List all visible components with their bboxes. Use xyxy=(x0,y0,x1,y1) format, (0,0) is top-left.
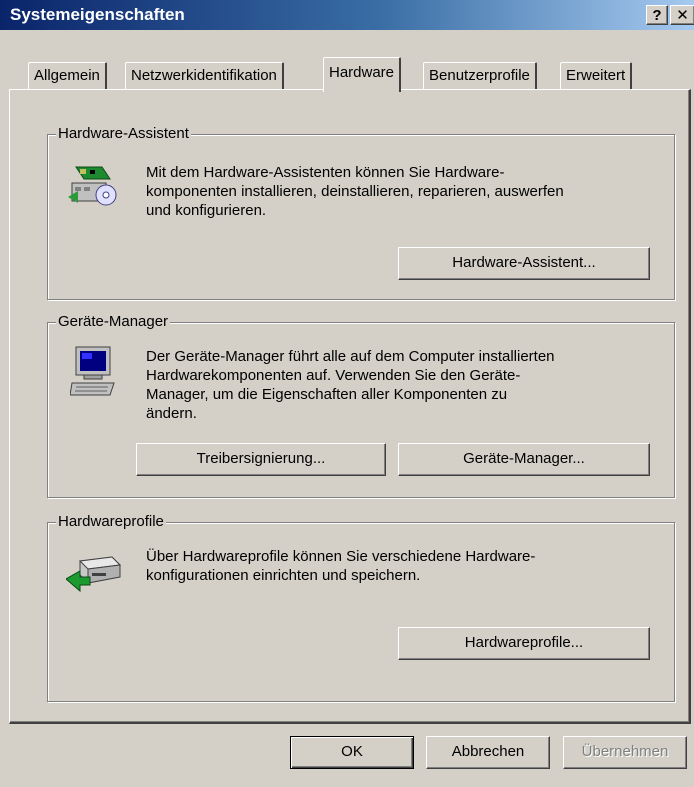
system-properties-window: Systemeigenschaften ? ✕ Allgemein Netzwe… xyxy=(0,0,694,787)
hardware-wizard-icon xyxy=(66,163,120,213)
group-title: Hardwareprofile xyxy=(56,513,166,531)
help-icon: ? xyxy=(652,7,662,24)
hardware-profile-icon xyxy=(65,555,122,599)
text-line: Der Geräte-Manager führt alle auf dem Co… xyxy=(146,348,555,365)
text-line: Manager, um die Eigenschaften aller Komp… xyxy=(146,386,508,403)
tab-erweitert[interactable]: Erweitert xyxy=(560,62,633,90)
text-line: konfigurationen einrichten und speichern… xyxy=(146,567,421,584)
tab-allgemein[interactable]: Allgemein xyxy=(28,62,107,90)
text-line: Mit dem Hardware-Assistenten können Sie … xyxy=(146,164,505,181)
tab-label: Netzwerkidentifikation xyxy=(131,67,277,84)
title-bar[interactable]: Systemeigenschaften ? ✕ xyxy=(0,0,694,30)
tab-label: Allgemein xyxy=(34,67,100,84)
tab-benutzerprofile[interactable]: Benutzerprofile xyxy=(423,62,537,90)
close-icon: ✕ xyxy=(676,7,689,24)
tab-label: Benutzerprofile xyxy=(429,67,530,84)
hardware-assistant-group: Hardware-Assistent Mit dem Hardware-Assi… xyxy=(47,125,675,300)
tab-label: Erweitert xyxy=(566,67,626,84)
text-line: ändern. xyxy=(146,405,197,422)
tab-netzwerkidentifikation[interactable]: Netzwerkidentifikation xyxy=(125,62,284,90)
device-manager-button[interactable]: Geräte-Manager... xyxy=(398,443,650,476)
button-label: Treibersignierung... xyxy=(196,450,326,467)
hardware-assistant-button[interactable]: Hardware-Assistent... xyxy=(398,247,650,280)
group-title: Geräte-Manager xyxy=(56,313,171,331)
text-line: Hardwarekomponenten auf. Verwenden Sie d… xyxy=(146,367,521,384)
button-label: Abbrechen xyxy=(451,743,525,760)
hardware-tab-panel: Hardware-Assistent Mit dem Hardware-Assi… xyxy=(9,89,691,724)
ok-button[interactable]: OK xyxy=(290,736,414,769)
tab-hardware[interactable]: Hardware xyxy=(323,57,402,92)
text-line: und konfigurieren. xyxy=(146,202,267,219)
text-line: komponenten installieren, deinstallieren… xyxy=(146,183,564,200)
button-label: Hardwareprofile... xyxy=(464,634,584,651)
device-manager-group: Geräte-Manager Der Geräte-Manager führt … xyxy=(47,313,675,498)
cancel-button[interactable]: Abbrechen xyxy=(426,736,550,769)
button-label: Hardware-Assistent... xyxy=(452,254,596,271)
hardware-profiles-group: Hardwareprofile Über Hardwareprofile kön… xyxy=(47,513,675,702)
text-line: Über Hardwareprofile können Sie verschie… xyxy=(146,548,536,565)
help-button[interactable]: ? xyxy=(646,5,668,25)
window-title: Systemeigenschaften xyxy=(10,5,185,24)
button-label: OK xyxy=(341,743,363,760)
button-label: Geräte-Manager... xyxy=(463,450,585,467)
button-label: Übernehmen xyxy=(581,743,669,760)
hardware-profiles-button[interactable]: Hardwareprofile... xyxy=(398,627,650,660)
apply-button[interactable]: Übernehmen xyxy=(563,736,687,769)
assistant-description: Mit dem Hardware-Assistenten können Sie … xyxy=(146,163,564,220)
device-manager-description: Der Geräte-Manager führt alle auf dem Co… xyxy=(146,347,555,423)
tab-label: Hardware xyxy=(329,64,395,81)
profiles-description: Über Hardwareprofile können Sie verschie… xyxy=(146,547,535,585)
computer-icon xyxy=(69,345,118,401)
driver-signing-button[interactable]: Treibersignierung... xyxy=(136,443,386,476)
group-title: Hardware-Assistent xyxy=(56,125,191,143)
close-button[interactable]: ✕ xyxy=(670,5,694,25)
